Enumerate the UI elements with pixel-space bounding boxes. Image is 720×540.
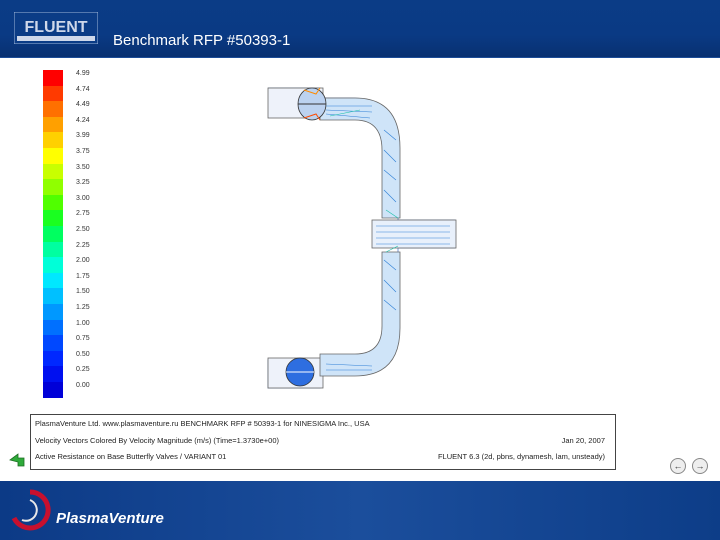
legend-swatch (43, 116, 63, 133)
back-arrow-icon[interactable] (8, 452, 26, 470)
legend-label: 1.25 (76, 304, 90, 311)
brand-name: PlasmaVenture (56, 510, 164, 527)
legend-swatch (43, 179, 63, 196)
legend-swatch (43, 319, 63, 336)
legend-swatch (43, 288, 63, 305)
bottom-butterfly-valve (285, 357, 315, 387)
legend-label: 0.00 (76, 382, 90, 389)
legend-label: 4.99 (76, 70, 90, 77)
legend-swatch (43, 132, 63, 149)
legend-label: 2.75 (76, 210, 90, 218)
plasmaventure-logo-icon (11, 489, 51, 531)
legend-label: 3.99 (76, 132, 90, 140)
legend-label: 4.24 (76, 116, 90, 124)
legend-label: 2.25 (76, 241, 90, 249)
legend-swatch (43, 366, 63, 383)
plot-info-line-2: Velocity Vectors Colored By Velocity Mag… (35, 436, 280, 445)
top-butterfly-valve (297, 87, 327, 121)
header-bar: FLUENT Benchmark RFP #50393-1 (0, 0, 720, 58)
page-title: Benchmark RFP #50393-1 (113, 32, 291, 49)
legend-label: 1.00 (76, 319, 90, 327)
prev-slide-icon[interactable]: ← (670, 458, 686, 474)
footer-bar: PlasmaVenture (0, 481, 720, 540)
legend-swatch (43, 241, 63, 258)
legend-label: 1.50 (76, 288, 90, 296)
legend-label: 3.00 (76, 194, 90, 202)
velocity-vector-plot (267, 87, 457, 389)
legend-swatch (43, 350, 63, 367)
legend-swatch (43, 304, 63, 321)
legend-label: 1.75 (76, 272, 90, 280)
plot-info-solver: FLUENT 6.3 (2d, pbns, dynamesh, lam, uns… (437, 452, 605, 461)
legend-swatch (43, 335, 63, 352)
plot-info-line-1: PlasmaVenture Ltd. www.plasmaventure.ru … (35, 419, 370, 428)
legend-swatch (43, 194, 63, 211)
legend-swatch (43, 148, 63, 165)
next-slide-icon[interactable]: → (692, 458, 708, 474)
legend-label: 3.75 (76, 148, 90, 155)
legend-label: 4.49 (76, 101, 90, 109)
legend-label: 3.25 (76, 179, 90, 187)
plot-info-date: Jan 20, 2007 (561, 436, 605, 445)
legend-swatch (43, 272, 63, 289)
legend-swatch (43, 257, 63, 274)
legend-label: 0.50 (76, 350, 90, 358)
legend-swatch (43, 226, 63, 243)
legend-label: 3.50 (76, 163, 90, 171)
fluent-logo: FLUENT (14, 12, 98, 44)
legend-swatch (43, 210, 63, 227)
plot-info-line-3: Active Resistance on Base Butterfly Valv… (35, 452, 227, 461)
legend-label: 4.74 (76, 85, 90, 93)
legend-label: 0.75 (76, 335, 90, 343)
svg-text:FLUENT: FLUENT (24, 19, 87, 36)
legend-swatch (43, 70, 63, 87)
legend-label: 2.50 (76, 226, 90, 233)
legend-swatch (43, 382, 63, 399)
legend-swatch (43, 85, 63, 102)
legend-swatch (43, 101, 63, 118)
legend-label: 0.25 (76, 366, 90, 374)
legend-swatch (43, 163, 63, 180)
plot-info-box: PlasmaVenture Ltd. www.plasmaventure.ru … (30, 414, 616, 470)
header-divider (0, 57, 720, 58)
legend-label: 2.00 (76, 257, 90, 265)
